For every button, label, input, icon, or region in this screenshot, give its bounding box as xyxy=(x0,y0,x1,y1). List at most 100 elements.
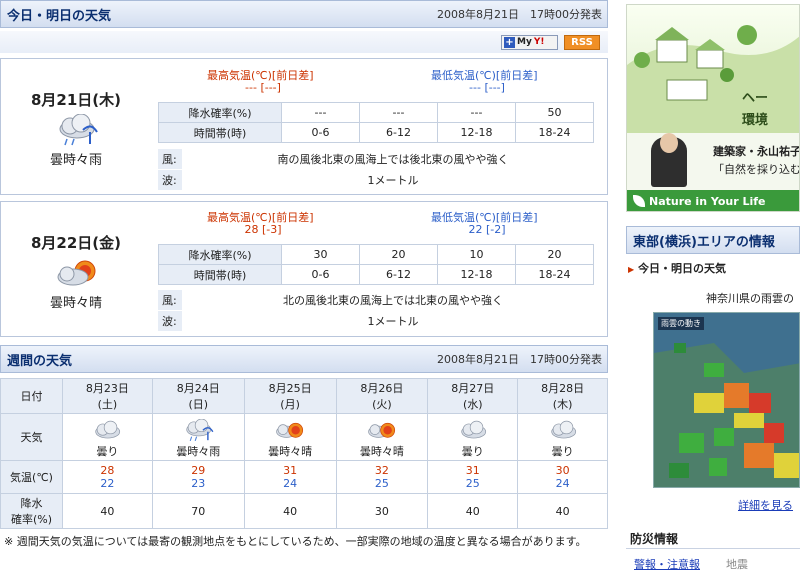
week-weather-cell: 曇り xyxy=(517,413,608,461)
week-date: 8月24日 xyxy=(176,382,220,395)
week-dow: (土) xyxy=(97,398,118,411)
more-details-link[interactable]: 詳細を見る xyxy=(738,497,793,513)
rain-prob-cell: 10 xyxy=(437,244,516,265)
toolbar: + My Y! RSS xyxy=(0,31,608,53)
nature-in-your-life-button[interactable]: Nature in Your Life xyxy=(627,190,799,211)
table-row: 降水確率(%) --- --- --- 50 xyxy=(158,102,594,123)
disaster-info-title: 防災情報 xyxy=(630,532,679,546)
week-dow: (月) xyxy=(280,398,300,411)
ad-heading-1: ヘー xyxy=(742,91,769,106)
wind-row: 風: 南の風後北東の風海上では後北東の風やや強く xyxy=(158,149,604,169)
week-date-cell: 8月23日 (土) xyxy=(62,378,153,414)
week-weather: 曇時々晴 xyxy=(268,444,313,458)
week-rain-cell: 70 xyxy=(151,493,245,529)
week-max-temp: 29 xyxy=(191,464,206,477)
table-row: 日付 8月23日 (土) 8月24日 (日) 8月25日 (月) 8月26日 (火) 8… xyxy=(0,378,608,414)
week-weather: 曇時々雨 xyxy=(176,444,221,458)
week-weather-cell: 曇り xyxy=(62,413,153,461)
week-date: 8月26日 xyxy=(360,382,404,395)
cloud-icon xyxy=(456,419,490,443)
week-min-temp: 25 xyxy=(374,477,389,490)
issued-time: 2008年8月21日 17時00分発表 xyxy=(437,8,602,21)
week-rain-cell: 40 xyxy=(517,493,608,529)
triangle-icon: ▶ xyxy=(628,265,635,274)
table-row: 時間帯(時) 0-6 6-12 12-18 18-24 xyxy=(158,122,594,143)
week-min-temp: 25 xyxy=(465,477,480,490)
week-date: 8月28日 xyxy=(541,382,585,395)
week-dow: (木) xyxy=(552,398,573,411)
time-cell: 6-12 xyxy=(359,264,438,285)
week-rain-cell: 40 xyxy=(243,493,337,529)
ad-heading-2: 環境 xyxy=(742,113,769,128)
wave-row: 波: 1メートル xyxy=(158,170,604,190)
wave-value: 1メートル xyxy=(367,315,419,328)
row-label-temp: 気温(℃) xyxy=(0,460,63,494)
region-header: 東部(横浜)エリアの情報 xyxy=(626,226,800,254)
week-weather: 曇時々晴 xyxy=(359,444,404,458)
week-temp-cell: 29 23 xyxy=(151,460,245,494)
time-cell: 0-6 xyxy=(281,122,360,143)
table-row: 気温(℃) 28 22 29 23 31 24 32 25 31 25 30 24 xyxy=(0,460,608,494)
week-weather: 曇り xyxy=(96,444,119,458)
week-min-temp: 23 xyxy=(191,477,206,490)
rain-prob-cell: 20 xyxy=(359,244,438,265)
section-title: 週間の天気 xyxy=(7,353,73,369)
earthquake-link[interactable]: 地震 xyxy=(726,556,748,572)
week-min-temp: 24 xyxy=(555,477,570,490)
time-cell: 6-12 xyxy=(359,122,438,143)
wind-label: 風: xyxy=(158,149,182,169)
week-min-temp: 22 xyxy=(100,477,115,490)
week-date-cell: 8月25日 (月) xyxy=(243,378,337,414)
week-date-cell: 8月27日 (水) xyxy=(427,378,519,414)
wind-label: 風: xyxy=(158,290,182,310)
day-condition: 曇時々晴 xyxy=(49,296,102,311)
week-max-temp: 28 xyxy=(100,464,115,477)
ad-banner[interactable]: ヘー 環境 建築家・永山祐子 「自然を採り込む Nature in Your L… xyxy=(626,4,800,212)
week-weather-cell: 曇時々雨 xyxy=(151,413,245,461)
add-to-my-yahoo-button[interactable]: + My Y! xyxy=(501,34,558,50)
week-date-cell: 8月26日 (火) xyxy=(335,378,429,414)
rain-prob-cell: --- xyxy=(281,102,360,123)
row-label-rain: 降水 確率(%) xyxy=(0,493,63,529)
table-row: 時間帯(時) 0-6 6-12 12-18 18-24 xyxy=(158,264,594,285)
max-temp-value: --- [---] xyxy=(245,81,281,94)
day-forecast-1: 8月21日(木) 曇時々雨 最高気温(℃)[前日差] 最低気温(℃)[前日差] … xyxy=(0,58,608,195)
cloud-icon xyxy=(546,419,580,443)
week-weather: 曇り xyxy=(461,444,484,458)
radar-map-icon xyxy=(654,313,799,487)
week-max-temp: 30 xyxy=(555,464,570,477)
rain-prob-cell: --- xyxy=(437,102,516,123)
table-row: 降水確率(%) 30 20 10 20 xyxy=(158,244,594,265)
week-date-cell: 8月24日 (日) xyxy=(151,378,245,414)
table-row: 降水 確率(%) 40 70 40 30 40 40 xyxy=(0,493,608,529)
ad-button-label: Nature in Your Life xyxy=(649,194,766,208)
house-illustration-icon xyxy=(627,25,799,133)
week-max-temp: 32 xyxy=(374,464,389,477)
myy-label: My xyxy=(517,37,532,47)
rain-radar-map[interactable]: 雨雲の動き xyxy=(653,312,800,488)
week-rain-cell: 40 xyxy=(427,493,519,529)
max-temp-value: 28 [-3] xyxy=(244,223,282,236)
wave-value: 1メートル xyxy=(367,174,419,187)
time-cell: 12-18 xyxy=(437,264,516,285)
week-weather-cell: 曇時々晴 xyxy=(335,413,429,461)
cloud-rain-icon xyxy=(53,114,99,148)
rss-button[interactable]: RSS xyxy=(564,34,600,50)
divider xyxy=(626,548,800,549)
time-cell: 18-24 xyxy=(515,264,594,285)
sun-cloud-icon xyxy=(365,419,399,443)
region-subheader-label: 今日・明日の天気 xyxy=(638,262,726,275)
rain-label-line1: 降水 xyxy=(20,497,43,510)
weather-main-column: 今日・明日の天気 2008年8月21日 17時00分発表 + My Y! RSS… xyxy=(0,0,610,577)
ad-illustration: ヘー 環境 xyxy=(627,5,799,133)
time-label: 時間帯(時) xyxy=(158,264,282,285)
rain-prob-cell: 50 xyxy=(515,102,594,123)
row-label-date: 日付 xyxy=(0,378,63,414)
week-dow: (水) xyxy=(462,398,483,411)
temperature-note: ※ 週間天気の気温については最寄の観測地点をもとにしているため、一部実際の地域の… xyxy=(4,535,587,548)
week-temp-cell: 28 22 xyxy=(62,460,153,494)
week-rain-cell: 40 xyxy=(62,493,153,529)
rain-prob-cell: --- xyxy=(359,102,438,123)
warnings-link[interactable]: 警報・注意報 xyxy=(634,556,700,572)
wave-label: 波: xyxy=(158,170,182,190)
